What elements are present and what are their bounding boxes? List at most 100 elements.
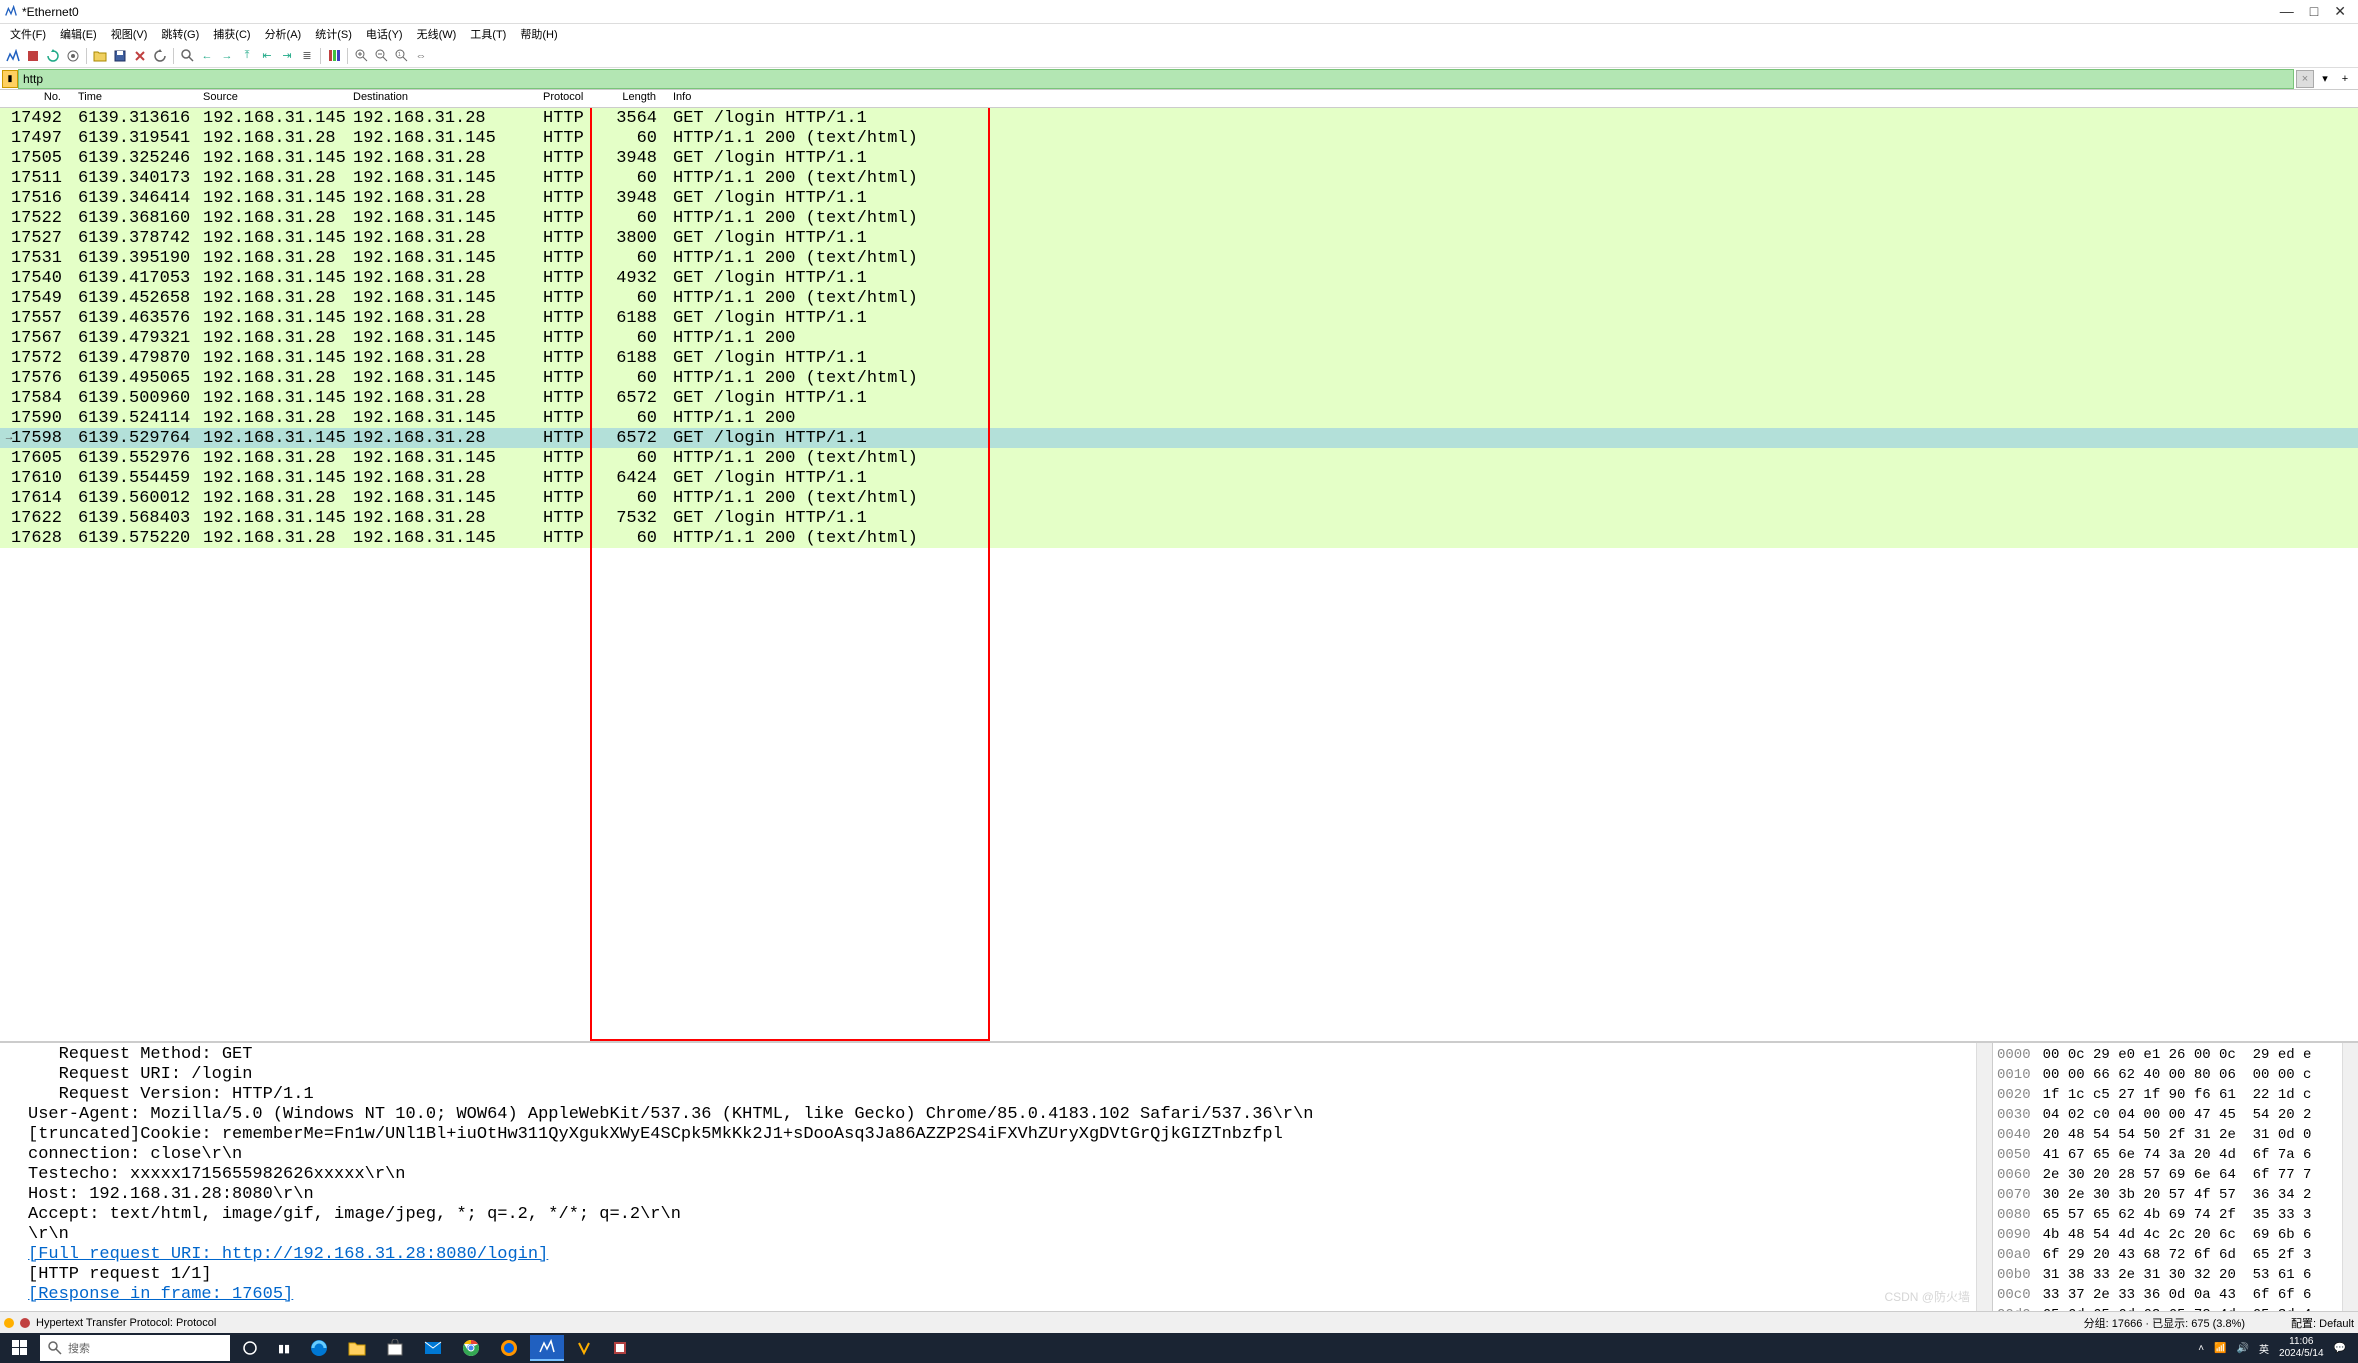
reload-icon[interactable] bbox=[151, 47, 169, 65]
column-time[interactable]: Time bbox=[70, 90, 195, 107]
restart-capture-icon[interactable] bbox=[44, 47, 62, 65]
menu-item[interactable]: 捕获(C) bbox=[207, 24, 256, 44]
hex-row[interactable]: 001000 00 66 62 40 00 80 06 00 00 c bbox=[1997, 1065, 2338, 1085]
detail-line[interactable]: Host: 192.168.31.28:8080\r\n bbox=[0, 1185, 1976, 1205]
go-last-icon[interactable]: ⇥ bbox=[278, 47, 296, 65]
capture-options-icon[interactable] bbox=[64, 47, 82, 65]
bytes-scrollbar[interactable] bbox=[2342, 1043, 2358, 1311]
open-file-icon[interactable] bbox=[91, 47, 109, 65]
details-scrollbar[interactable] bbox=[1976, 1043, 1992, 1311]
task-view-icon[interactable] bbox=[234, 1335, 266, 1361]
detail-line[interactable]: \r\n bbox=[0, 1225, 1976, 1245]
packet-row[interactable]: 175406139.417053192.168.31.145192.168.31… bbox=[0, 268, 2358, 288]
system-tray[interactable]: ˄ 📶 🔊 英 11:06 2024/5/14 💬 bbox=[2198, 1336, 2354, 1360]
firefox-icon[interactable] bbox=[492, 1335, 526, 1361]
detail-link[interactable]: [Response in frame: 17605] bbox=[0, 1285, 1976, 1305]
packet-row[interactable]: 174976139.319541192.168.31.28192.168.31.… bbox=[0, 128, 2358, 148]
chrome-icon[interactable] bbox=[454, 1335, 488, 1361]
packet-row[interactable]: 175116139.340173192.168.31.28192.168.31.… bbox=[0, 168, 2358, 188]
menu-item[interactable]: 帮助(H) bbox=[514, 24, 563, 44]
wireshark-taskbar-icon[interactable] bbox=[530, 1335, 564, 1361]
zoom-reset-icon[interactable]: 1 bbox=[392, 47, 410, 65]
start-button[interactable] bbox=[4, 1335, 36, 1361]
resize-columns-icon[interactable]: ⇔ bbox=[412, 47, 430, 65]
hex-row[interactable]: 000000 0c 29 e0 e1 26 00 0c 29 ed e bbox=[1997, 1045, 2338, 1065]
save-file-icon[interactable] bbox=[111, 47, 129, 65]
detail-line[interactable]: [HTTP request 1/1] bbox=[0, 1265, 1976, 1285]
taskbar-app2-icon[interactable] bbox=[568, 1335, 600, 1361]
menu-item[interactable]: 视图(V) bbox=[105, 24, 154, 44]
menu-item[interactable]: 统计(S) bbox=[309, 24, 358, 44]
taskbar-app3-icon[interactable] bbox=[604, 1335, 636, 1361]
close-button[interactable]: ✕ bbox=[2334, 3, 2346, 20]
zoom-in-icon[interactable] bbox=[352, 47, 370, 65]
detail-line[interactable]: connection: close\r\n bbox=[0, 1145, 1976, 1165]
column-length[interactable]: Length bbox=[595, 90, 665, 107]
detail-line[interactable]: [truncated]Cookie: rememberMe=Fn1w/UNl1B… bbox=[0, 1125, 1976, 1145]
packet-row[interactable]: 176056139.552976192.168.31.28192.168.31.… bbox=[0, 448, 2358, 468]
store-icon[interactable] bbox=[378, 1335, 412, 1361]
detail-line[interactable]: Accept: text/html, image/gif, image/jpeg… bbox=[0, 1205, 1976, 1225]
menu-item[interactable]: 编辑(E) bbox=[54, 24, 103, 44]
taskbar-app-icon[interactable]: ▮▮ bbox=[270, 1335, 298, 1361]
packet-row[interactable]: 176106139.554459192.168.31.145192.168.31… bbox=[0, 468, 2358, 488]
edge-icon[interactable] bbox=[302, 1335, 336, 1361]
maximize-button[interactable]: □ bbox=[2310, 3, 2318, 20]
packet-row[interactable]: 175316139.395190192.168.31.28192.168.31.… bbox=[0, 248, 2358, 268]
packet-row[interactable]: →175986139.529764192.168.31.145192.168.3… bbox=[0, 428, 2358, 448]
menu-item[interactable]: 电话(Y) bbox=[360, 24, 409, 44]
detail-link[interactable]: [Full request URI: http://192.168.31.28:… bbox=[0, 1245, 1976, 1265]
taskbar-search[interactable]: 搜索 bbox=[40, 1335, 230, 1361]
colorize-icon[interactable] bbox=[325, 47, 343, 65]
filter-bookmark-icon[interactable]: ▮ bbox=[2, 70, 18, 88]
packet-row[interactable]: 175766139.495065192.168.31.28192.168.31.… bbox=[0, 368, 2358, 388]
packet-row[interactable]: 175846139.500960192.168.31.145192.168.31… bbox=[0, 388, 2358, 408]
detail-line[interactable]: Request Method: GET bbox=[0, 1045, 1976, 1065]
go-forward-icon[interactable]: → bbox=[218, 47, 236, 65]
menu-item[interactable]: 工具(T) bbox=[464, 24, 512, 44]
find-packet-icon[interactable] bbox=[178, 47, 196, 65]
packet-row[interactable]: 176146139.560012192.168.31.28192.168.31.… bbox=[0, 488, 2358, 508]
detail-line[interactable]: Testecho: xxxxx1715655982626xxxxx\r\n bbox=[0, 1165, 1976, 1185]
menu-item[interactable]: 跳转(G) bbox=[155, 24, 205, 44]
packet-row[interactable]: 175276139.378742192.168.31.145192.168.31… bbox=[0, 228, 2358, 248]
tray-network-icon[interactable]: 📶 bbox=[2214, 1343, 2226, 1354]
packet-row[interactable]: 175906139.524114192.168.31.28192.168.31.… bbox=[0, 408, 2358, 428]
menu-item[interactable]: 文件(F) bbox=[4, 24, 52, 44]
mail-icon[interactable] bbox=[416, 1335, 450, 1361]
menu-item[interactable]: 无线(W) bbox=[411, 24, 463, 44]
minimize-button[interactable]: — bbox=[2280, 3, 2294, 20]
hex-row[interactable]: 00904b 48 54 4d 4c 2c 20 6c 69 6b 6 bbox=[1997, 1225, 2338, 1245]
packet-row[interactable]: 175726139.479870192.168.31.145192.168.31… bbox=[0, 348, 2358, 368]
menu-item[interactable]: 分析(A) bbox=[259, 24, 308, 44]
column-info[interactable]: Info bbox=[665, 90, 2358, 107]
hex-row[interactable]: 00602e 30 20 28 57 69 6e 64 6f 77 7 bbox=[1997, 1165, 2338, 1185]
display-filter-input[interactable] bbox=[18, 69, 2294, 89]
hex-row[interactable]: 00c033 37 2e 33 36 0d 0a 43 6f 6f 6 bbox=[1997, 1285, 2338, 1305]
packet-row[interactable]: 175056139.325246192.168.31.145192.168.31… bbox=[0, 148, 2358, 168]
start-capture-icon[interactable] bbox=[4, 47, 22, 65]
packet-row[interactable]: 176286139.575220192.168.31.28192.168.31.… bbox=[0, 528, 2358, 548]
tray-ime-icon[interactable]: 英 bbox=[2259, 1341, 2269, 1356]
hex-row[interactable]: 00b031 38 33 2e 31 30 32 20 53 61 6 bbox=[1997, 1265, 2338, 1285]
hex-row[interactable]: 004020 48 54 54 50 2f 31 2e 31 0d 0 bbox=[1997, 1125, 2338, 1145]
detail-line[interactable]: Request Version: HTTP/1.1 bbox=[0, 1085, 1976, 1105]
packet-details-pane[interactable]: CSDN @防火墙 Request Method: GET Request UR… bbox=[0, 1043, 1976, 1311]
go-back-icon[interactable]: ← bbox=[198, 47, 216, 65]
go-to-packet-icon[interactable]: ⤒ bbox=[238, 47, 256, 65]
column-source[interactable]: Source bbox=[195, 90, 345, 107]
hex-row[interactable]: 00a06f 29 20 43 68 72 6f 6d 65 2f 3 bbox=[1997, 1245, 2338, 1265]
close-file-icon[interactable] bbox=[131, 47, 149, 65]
tray-volume-icon[interactable]: 🔊 bbox=[2237, 1343, 2249, 1354]
packet-bytes-pane[interactable]: 000000 0c 29 e0 e1 26 00 0c 29 ed e00100… bbox=[1992, 1043, 2342, 1311]
explorer-icon[interactable] bbox=[340, 1335, 374, 1361]
tray-notification-icon[interactable]: 💬 bbox=[2334, 1343, 2346, 1354]
packet-row[interactable]: 175676139.479321192.168.31.28192.168.31.… bbox=[0, 328, 2358, 348]
detail-line[interactable]: User-Agent: Mozilla/5.0 (Windows NT 10.0… bbox=[0, 1105, 1976, 1125]
hex-row[interactable]: 003004 02 c0 04 00 00 47 45 54 20 2 bbox=[1997, 1105, 2338, 1125]
auto-scroll-icon[interactable]: ≣ bbox=[298, 47, 316, 65]
stop-capture-icon[interactable] bbox=[24, 47, 42, 65]
packet-list-pane[interactable]: No. Time Source Destination Protocol Len… bbox=[0, 90, 2358, 1041]
packet-row[interactable]: 175226139.368160192.168.31.28192.168.31.… bbox=[0, 208, 2358, 228]
zoom-out-icon[interactable] bbox=[372, 47, 390, 65]
